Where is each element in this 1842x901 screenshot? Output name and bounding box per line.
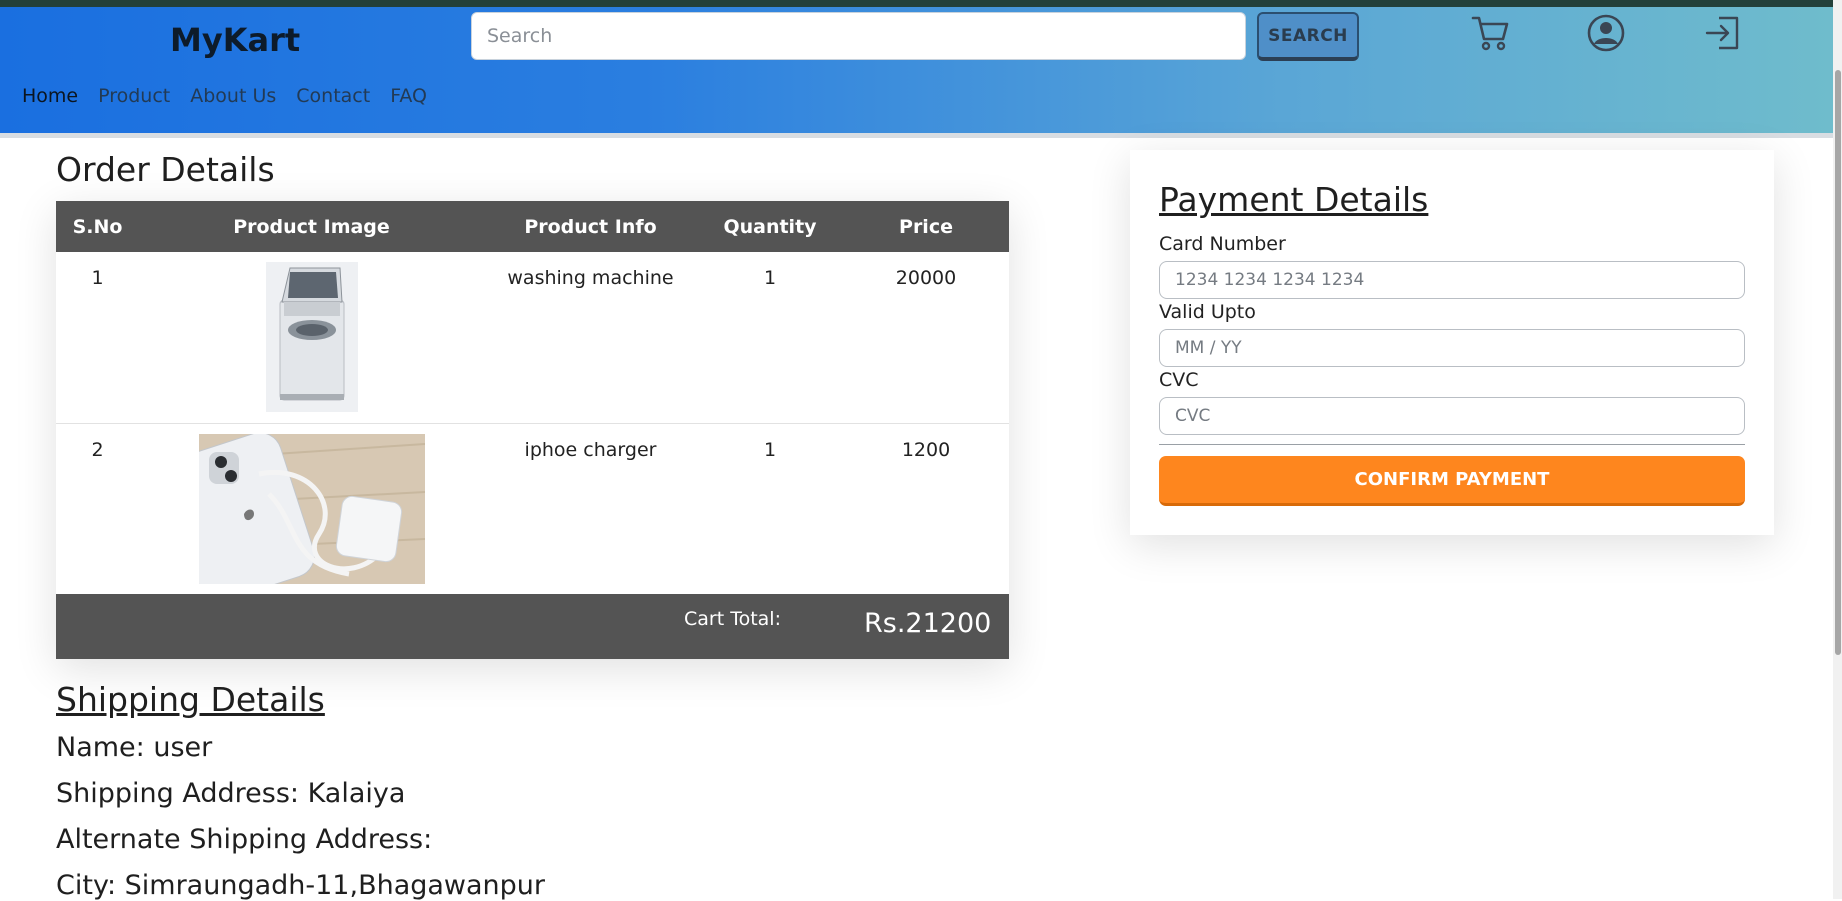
table-row: 2 iphoe charger 1 1200 — [56, 422, 1009, 602]
shipping-name: Name: user — [56, 732, 213, 763]
card-number-input[interactable] — [1159, 261, 1745, 299]
nav-contact[interactable]: Contact — [296, 85, 370, 107]
product-image-cell — [139, 422, 484, 602]
site-header: MyKart SEARCH Home Product About Us Cont… — [0, 7, 1833, 133]
nav-about-us[interactable]: About Us — [190, 85, 276, 107]
row-product-info: washing machine — [507, 267, 674, 289]
table-header-row: S.No Product Image Product Info Quantity… — [56, 201, 1009, 252]
col-product-image: Product Image — [139, 201, 484, 252]
valid-upto-input[interactable] — [1159, 329, 1745, 367]
scrollbar-thumb[interactable] — [1835, 70, 1841, 655]
shipping-details-title: Shipping Details — [56, 680, 325, 719]
row-price: 1200 — [843, 422, 1009, 594]
shipping-address: Shipping Address: Kalaiya — [56, 778, 406, 809]
product-image-cell — [139, 252, 484, 423]
brand-logo[interactable]: MyKart — [170, 21, 300, 59]
order-details-title: Order Details — [56, 150, 275, 189]
search-input[interactable] — [471, 12, 1246, 60]
order-table: S.No Product Image Product Info Quantity… — [56, 201, 1009, 602]
confirm-payment-button[interactable]: CONFIRM PAYMENT — [1159, 456, 1745, 506]
col-product-info: Product Info — [484, 201, 697, 252]
row-sno: 1 — [91, 267, 104, 289]
cart-total-value: Rs.21200 — [864, 608, 992, 639]
col-price: Price — [843, 201, 1009, 252]
cvc-input[interactable] — [1159, 397, 1745, 435]
payment-card: Payment Details Card Number Valid Upto C… — [1130, 150, 1774, 535]
payment-divider — [1159, 444, 1745, 445]
cart-icon[interactable] — [1470, 13, 1510, 53]
row-quantity: 1 — [763, 267, 777, 289]
table-row: 1 washing machine 1 20000 — [56, 252, 1009, 423]
header-divider — [0, 133, 1833, 138]
col-quantity: Quantity — [697, 201, 843, 252]
cart-total-bar: Cart Total: Rs.21200 — [56, 594, 1009, 659]
row-price: 20000 — [895, 267, 957, 289]
top-strip — [0, 0, 1842, 7]
main-nav: Home Product About Us Contact FAQ — [22, 85, 447, 107]
nav-home[interactable]: Home — [22, 85, 78, 107]
search-button[interactable]: SEARCH — [1257, 12, 1359, 61]
alternate-shipping-address: Alternate Shipping Address: — [56, 824, 433, 855]
logout-icon[interactable] — [1703, 13, 1743, 53]
row-quantity: 1 — [697, 422, 843, 594]
washing-machine-image — [265, 262, 358, 412]
valid-upto-label: Valid Upto — [1159, 301, 1256, 323]
iphone-charger-image — [164, 431, 425, 602]
col-sno: S.No — [56, 201, 139, 252]
nav-faq[interactable]: FAQ — [390, 85, 427, 107]
payment-details-title: Payment Details — [1159, 180, 1429, 219]
shipping-city: City: Simraungadh-11,Bhagawanpur — [56, 870, 546, 901]
nav-product[interactable]: Product — [98, 85, 170, 107]
order-table-card: S.No Product Image Product Info Quantity… — [56, 201, 1009, 659]
card-number-label: Card Number — [1159, 233, 1286, 255]
cart-total-label: Cart Total: — [684, 608, 781, 630]
row-product-info: iphoe charger — [484, 422, 697, 594]
row-sno: 2 — [56, 422, 139, 594]
cvc-label: CVC — [1159, 369, 1199, 391]
user-icon[interactable] — [1586, 13, 1626, 53]
